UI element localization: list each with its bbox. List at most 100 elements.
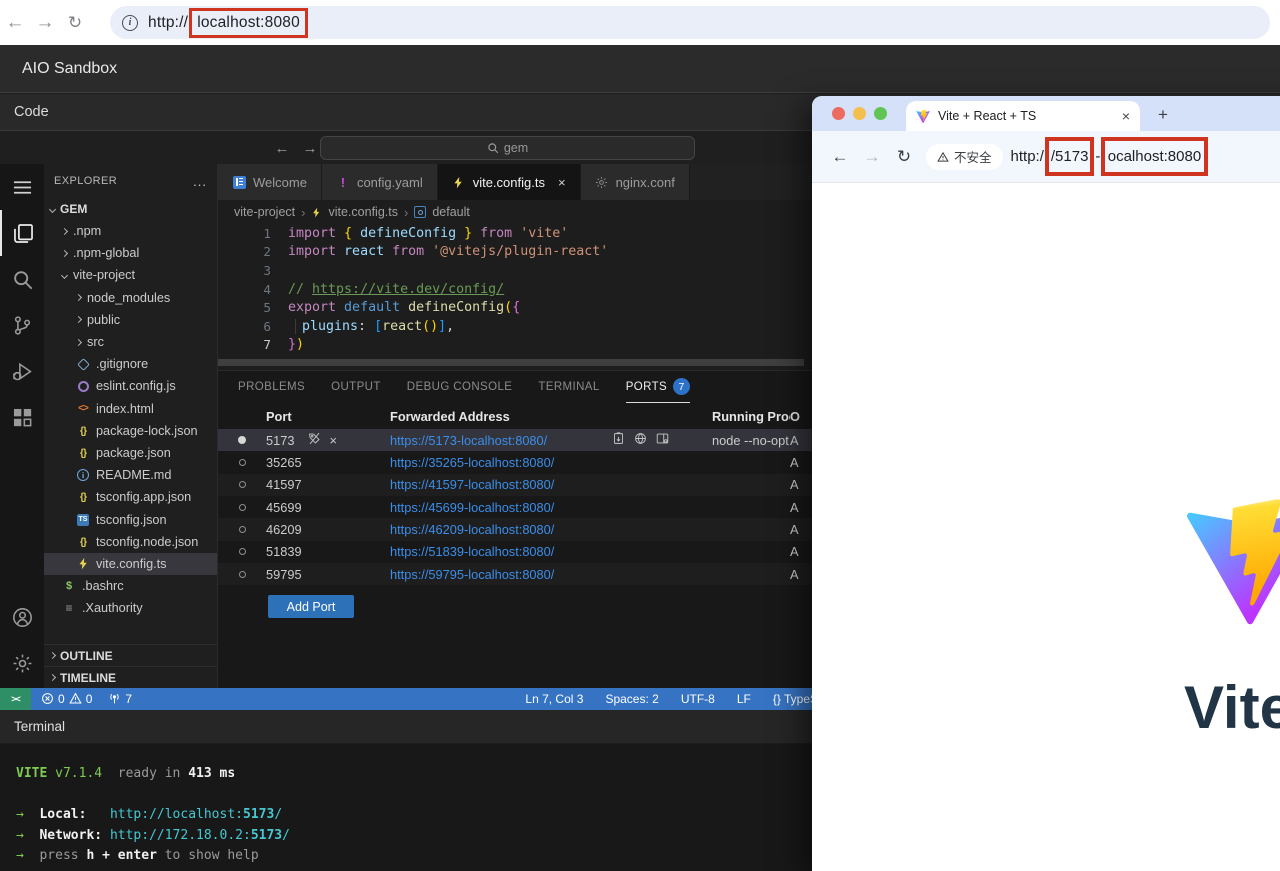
editor-tab-config-yaml[interactable]: ! config.yaml: [321, 164, 438, 200]
forwarded-address-link[interactable]: https://59795-localhost:8080/: [390, 567, 612, 582]
tree-item-tsconfig-node-json[interactable]: {} tsconfig.node.json: [44, 531, 217, 553]
tree-item-label: index.html: [96, 401, 154, 416]
status-item-0[interactable]: Ln 7, Col 3: [525, 692, 583, 706]
tree-item-tsconfig-json[interactable]: TS tsconfig.json: [44, 508, 217, 530]
timeline-section[interactable]: TIMELINE: [44, 666, 217, 688]
remote-indicator[interactable]: ><: [0, 688, 31, 710]
extensions-icon[interactable]: [0, 394, 44, 440]
port-number: 46209: [266, 521, 302, 537]
tree-item-tsconfig-app-json[interactable]: {} tsconfig.app.json: [44, 486, 217, 508]
explorer-actions-icon[interactable]: ...: [193, 174, 207, 189]
status-item-1[interactable]: Spaces: 2: [605, 692, 658, 706]
account-icon[interactable]: [0, 594, 44, 640]
forwarded-address-link[interactable]: https://51839-localhost:8080/: [390, 544, 612, 559]
open-in-browser-icon[interactable]: [634, 432, 647, 448]
menu-icon[interactable]: [0, 164, 44, 210]
tree-item-label: node_modules: [87, 290, 171, 305]
zoom-window-button[interactable]: [874, 107, 887, 120]
tree-item--xauthority[interactable]: ≡ .Xauthority: [44, 597, 217, 619]
gear-icon: [595, 175, 609, 189]
minimize-window-button[interactable]: [853, 107, 866, 120]
problems-status[interactable]: 0 0: [41, 692, 92, 706]
run-debug-icon[interactable]: [0, 348, 44, 394]
reload-icon[interactable]: ↻: [60, 13, 90, 33]
tree-item--gitignore[interactable]: .gitignore: [44, 353, 217, 375]
ts-file-icon: TS: [76, 513, 90, 527]
mac-browser-toolbar: ← → ↻ 不安全 http://5173 -l ocalhost:8080: [812, 131, 1280, 183]
search-icon: [488, 143, 499, 154]
port-idle-dot: [218, 481, 266, 489]
tree-item-label: tsconfig.app.json: [96, 490, 192, 505]
label-tag-icon[interactable]: [308, 432, 321, 448]
tree-item-index-html[interactable]: <> index.html: [44, 398, 217, 420]
forwarded-ports-status[interactable]: 7: [108, 692, 132, 706]
close-icon[interactable]: ×: [329, 433, 336, 448]
back-icon[interactable]: ←: [0, 12, 30, 34]
copy-address-icon[interactable]: [612, 432, 625, 448]
new-tab-icon[interactable]: +: [1158, 105, 1168, 125]
info-file-icon: i: [76, 468, 90, 482]
panel-tab-ports[interactable]: PORTS 7: [625, 371, 691, 404]
tree-item-vite-project[interactable]: vite-project: [44, 264, 217, 286]
tree-item-node-modules[interactable]: node_modules: [44, 287, 217, 309]
yaml-icon: !: [340, 174, 346, 190]
mac-back-icon[interactable]: ←: [824, 147, 856, 167]
tree-item-label: public: [87, 312, 121, 327]
tree-item--bashrc[interactable]: $ .bashrc: [44, 575, 217, 597]
editor-tab-vite-config-ts[interactable]: vite.config.ts ×: [437, 164, 581, 200]
panel-tab-problems[interactable]: PROBLEMS: [238, 371, 305, 403]
tree-item--npm-global[interactable]: .npm-global: [44, 242, 217, 264]
tree-item--npm[interactable]: .npm: [44, 220, 217, 242]
explorer-root-folder[interactable]: GEM: [44, 198, 217, 220]
mac-url-text[interactable]: http://5173 -l ocalhost:8080: [1011, 137, 1210, 176]
forward-icon[interactable]: →: [30, 12, 60, 34]
aio-sandbox-header: AIO Sandbox: [0, 45, 1280, 93]
mac-reload-icon[interactable]: ↻: [888, 147, 920, 167]
broadcast-icon: [108, 692, 121, 706]
address-bar[interactable]: i http://localhost:8080: [110, 6, 1270, 39]
panel-tab-output[interactable]: OUTPUT: [331, 371, 381, 403]
status-item-2[interactable]: UTF-8: [681, 692, 715, 706]
search-icon[interactable]: [0, 256, 44, 302]
tree-item-label: README.md: [96, 468, 172, 483]
tree-item-readme-md[interactable]: i README.md: [44, 464, 217, 486]
command-center-search[interactable]: gem: [320, 136, 695, 160]
tree-item-eslint-config-js[interactable]: eslint.config.js: [44, 375, 217, 397]
panel-tab-debug-console[interactable]: DEBUG CONSOLE: [407, 371, 513, 403]
editor-tab-nginx-conf[interactable]: nginx.conf: [580, 164, 690, 200]
mac-browser-window: Vite + React + TS × + ← → ↻ 不安全 http://5…: [812, 96, 1280, 871]
tab-close-icon[interactable]: ×: [1122, 108, 1130, 124]
add-port-button[interactable]: Add Port: [268, 595, 354, 619]
port-idle-dot: [218, 503, 266, 511]
code-line-content: import react from '@vitejs/plugin-react': [288, 244, 609, 260]
tree-item-vite-config-ts[interactable]: vite.config.ts: [44, 552, 217, 575]
forwarded-address-link[interactable]: https://41597-localhost:8080/: [390, 477, 612, 492]
source-control-icon[interactable]: [0, 302, 44, 348]
close-window-button[interactable]: [832, 107, 845, 120]
forwarded-address-link[interactable]: https://5173-localhost:8080/: [390, 433, 612, 448]
tree-item-package-json[interactable]: {} package.json: [44, 442, 217, 464]
explorer-icon[interactable]: [0, 210, 44, 256]
security-badge[interactable]: 不安全: [926, 143, 1003, 170]
forwarded-address-link[interactable]: https://35265-localhost:8080/: [390, 455, 612, 470]
preview-in-editor-icon[interactable]: [656, 432, 669, 448]
tree-item-public[interactable]: public: [44, 309, 217, 331]
forwarded-address-link[interactable]: https://46209-localhost:8080/: [390, 522, 612, 537]
editor-back-icon[interactable]: ←: [268, 140, 296, 157]
port-number: 35265: [266, 455, 302, 471]
editor-tab-welcome[interactable]: Welcome: [218, 164, 322, 200]
status-item-3[interactable]: LF: [737, 692, 751, 706]
tree-item-label: tsconfig.node.json: [96, 534, 199, 549]
panel-tab-terminal[interactable]: TERMINAL: [538, 371, 599, 403]
tree-item-src[interactable]: src: [44, 331, 217, 353]
tree-item-package-lock-json[interactable]: {} package-lock.json: [44, 420, 217, 442]
explorer-sidebar: EXPLORER ... GEM .npm .npm-global vite-pro…: [44, 164, 218, 688]
browser-tab[interactable]: Vite + React + TS ×: [906, 101, 1140, 131]
outline-section[interactable]: OUTLINE: [44, 644, 217, 666]
mac-forward-icon[interactable]: →: [856, 147, 888, 167]
tree-item-label: vite.config.ts: [96, 556, 167, 571]
forwarded-address-link[interactable]: https://45699-localhost:8080/: [390, 500, 612, 515]
close-icon[interactable]: ×: [558, 175, 566, 190]
settings-gear-icon[interactable]: [0, 640, 44, 686]
site-info-icon[interactable]: i: [122, 14, 138, 31]
